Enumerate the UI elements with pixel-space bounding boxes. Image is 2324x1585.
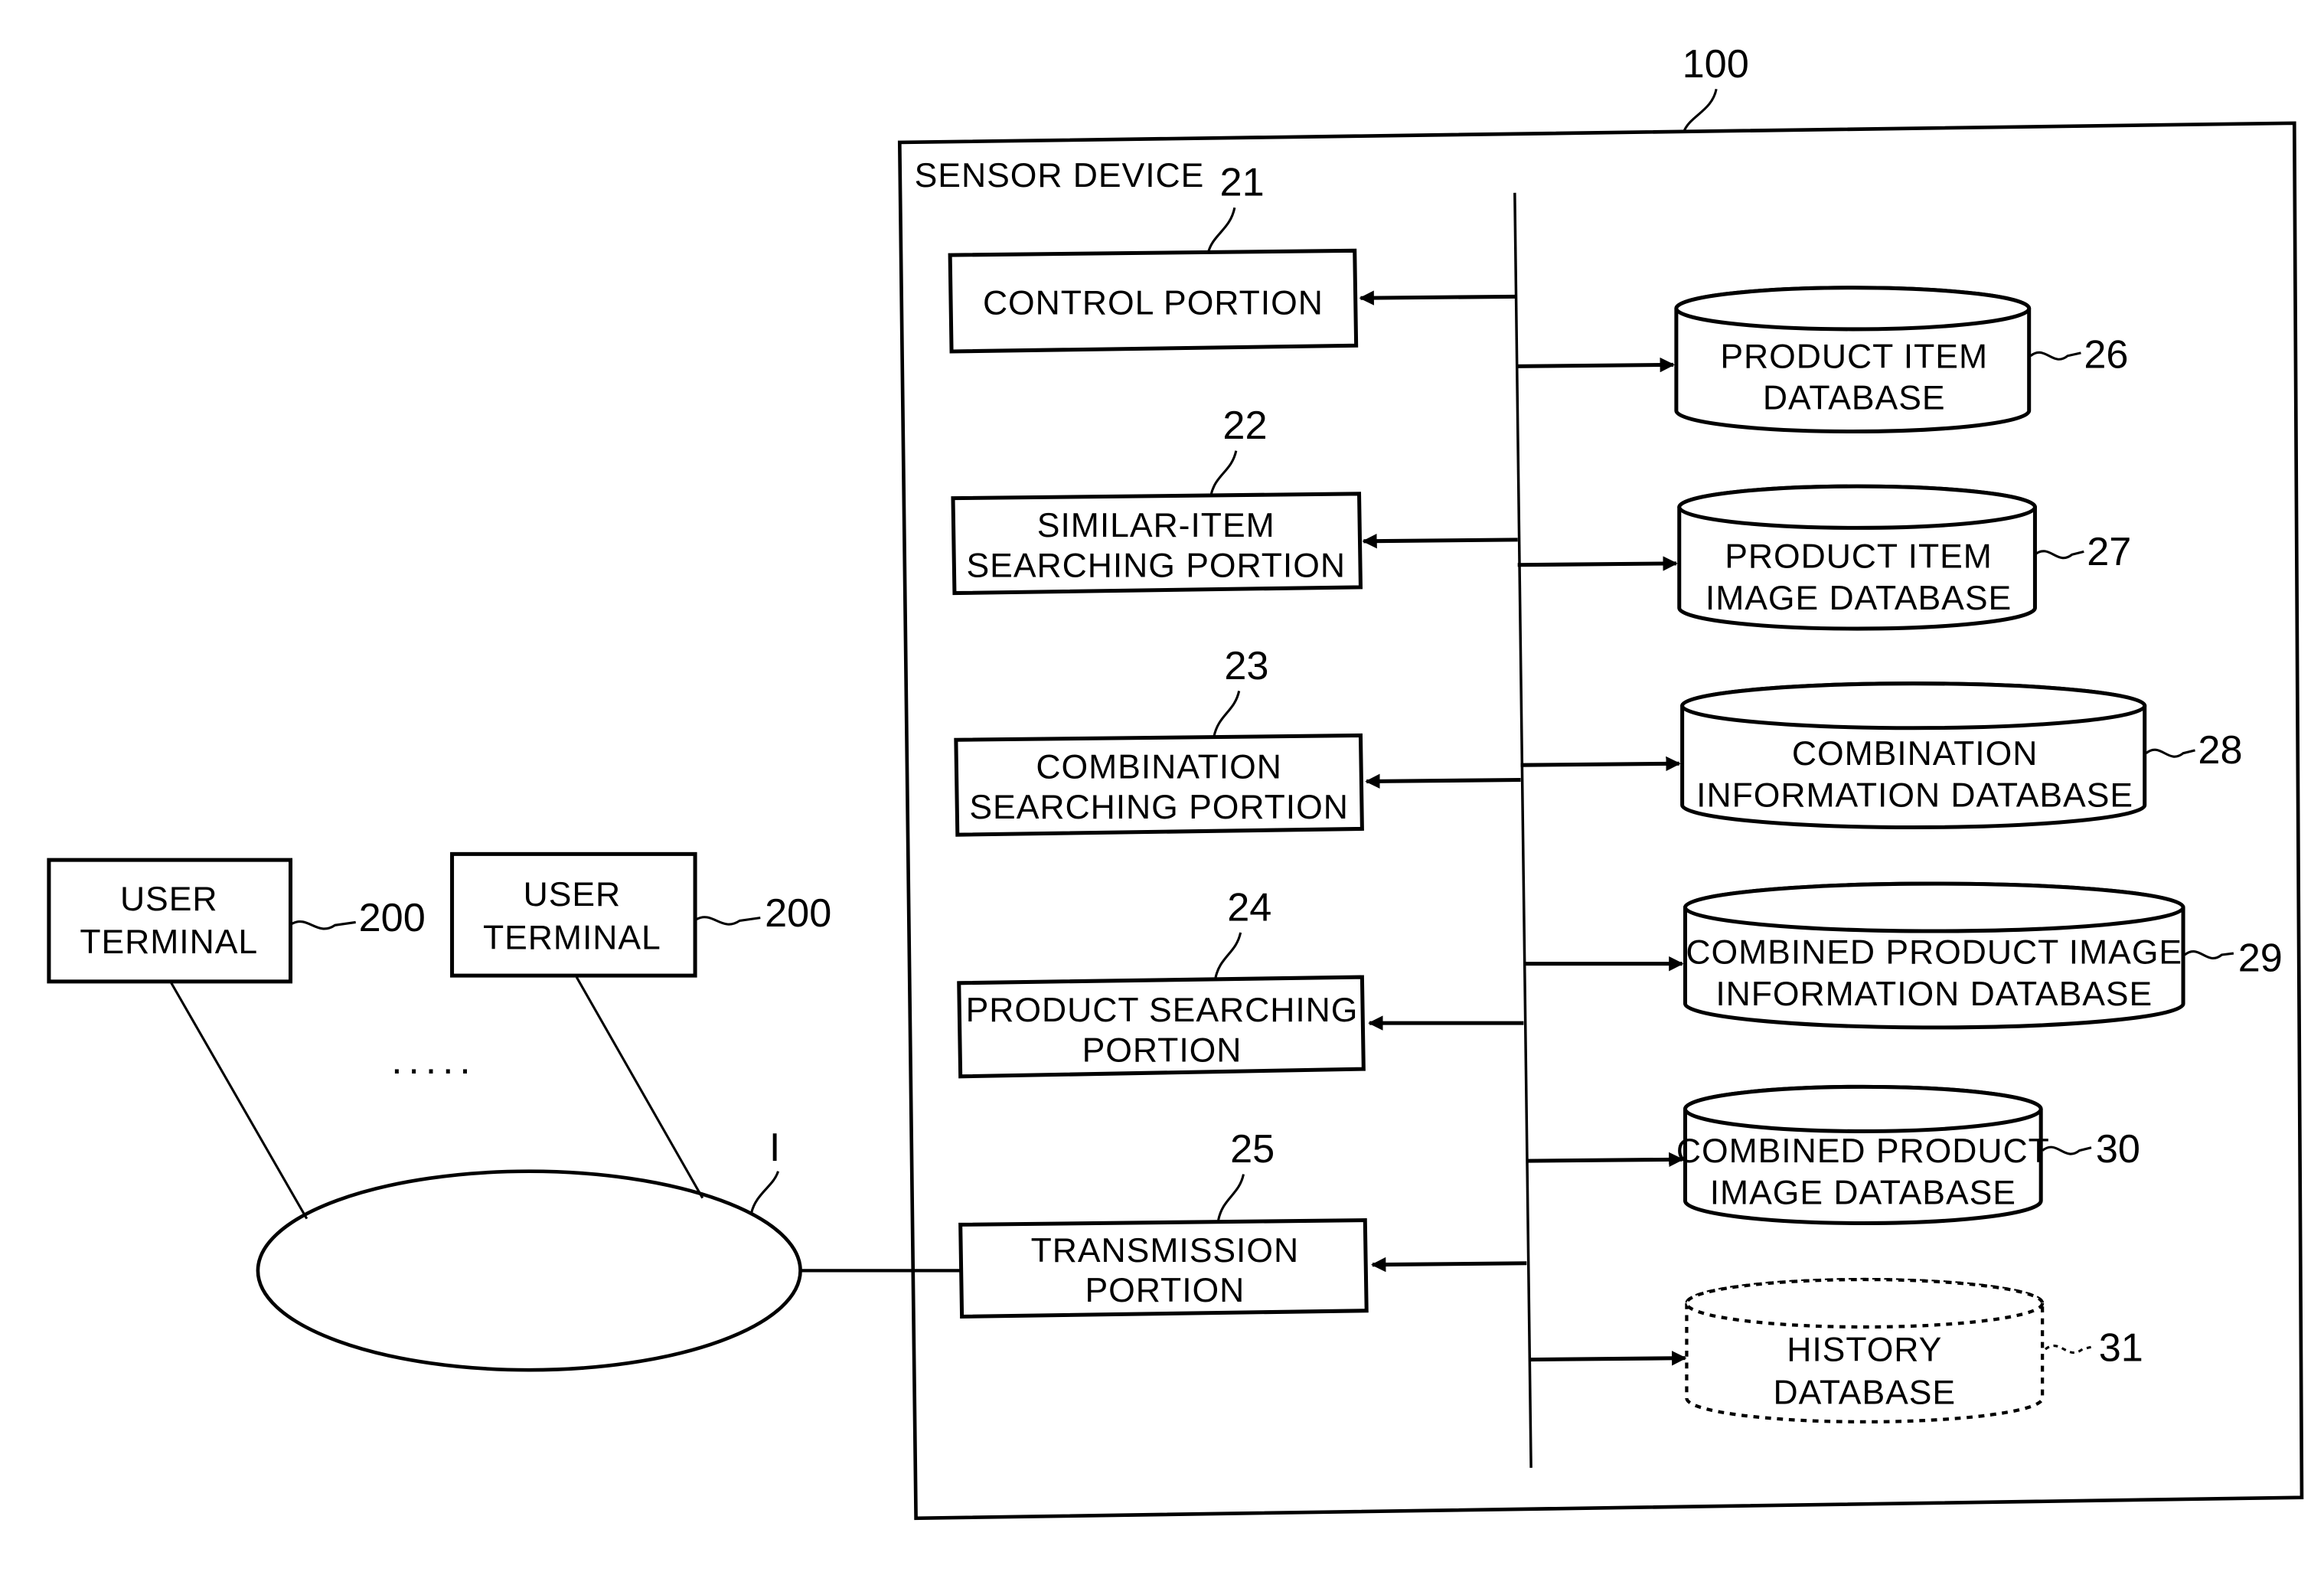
network-ref-leader <box>750 1171 780 1214</box>
ref-23-leader <box>1213 691 1241 737</box>
ref-26-leader <box>2029 351 2081 361</box>
svg-text:PORTION: PORTION <box>1082 1031 1242 1069</box>
arrow-bus-to-db-31 <box>1529 1351 1687 1366</box>
svg-text:SIMILAR-ITEM: SIMILAR-ITEM <box>1037 507 1275 544</box>
product-item-image-database: PRODUCT ITEM IMAGE DATABASE <box>1677 484 2037 631</box>
sensor-device-title: SENSOR DEVICE <box>915 157 1205 194</box>
combined-product-image-database: COMBINED PRODUCT IMAGE DATABASE <box>1676 1084 2050 1225</box>
ref-26: 26 <box>2084 332 2128 377</box>
combination-searching-portion-block: COMBINATION SEARCHING PORTION <box>954 733 1364 837</box>
terminal-2-to-network-line <box>575 976 704 1199</box>
svg-text:PORTION: PORTION <box>1085 1272 1245 1309</box>
ref-200-leader-1 <box>291 920 356 930</box>
svg-text:SEARCHING PORTION: SEARCHING PORTION <box>967 547 1346 584</box>
combined-product-image-information-database: COMBINED PRODUCT IMAGE INFORMATION DATAB… <box>1683 881 2185 1030</box>
terminal-1-to-network-line <box>169 981 308 1220</box>
svg-text:INFORMATION DATABASE: INFORMATION DATABASE <box>1715 976 2153 1013</box>
user-terminal-block-2: USER TERMINAL <box>450 851 697 978</box>
ref-24-leader <box>1214 932 1242 979</box>
network-ref-label: I <box>769 1126 781 1170</box>
transmission-portion-block: TRANSMISSION PORTION <box>958 1218 1369 1319</box>
svg-text:USER: USER <box>120 881 218 918</box>
ref-200-1: 200 <box>359 896 426 940</box>
svg-text:PRODUCT ITEM: PRODUCT ITEM <box>1720 338 1988 375</box>
ref-27-leader <box>2034 550 2084 560</box>
ref-31-leader <box>2045 1345 2095 1355</box>
svg-text:HISTORY: HISTORY <box>1787 1332 1942 1369</box>
ref-27: 27 <box>2087 530 2131 574</box>
ref-200-leader-2 <box>696 916 761 926</box>
svg-text:INFORMATION DATABASE: INFORMATION DATABASE <box>1696 776 2133 814</box>
product-item-database: PRODUCT ITEM DATABASE <box>1674 286 2032 434</box>
ref-21: 21 <box>1220 161 1265 205</box>
ref-30: 30 <box>2096 1127 2140 1172</box>
more-terminals-ellipsis: ..... <box>391 1038 476 1083</box>
arrow-bus-to-db-26 <box>1516 357 1675 373</box>
arrow-bus-to-transmission <box>1371 1257 1527 1273</box>
network-ellipse <box>256 1169 802 1372</box>
arrow-bus-to-control <box>1359 290 1516 306</box>
ref-24: 24 <box>1227 885 1271 930</box>
control-portion-block: CONTROL PORTION <box>948 248 1359 354</box>
ref-28: 28 <box>2198 728 2242 773</box>
arrow-bus-to-combination-searching <box>1365 773 1521 789</box>
arrow-bus-to-db-28 <box>1520 756 1681 772</box>
ref-21-leader <box>1206 207 1236 254</box>
ref-31: 31 <box>2099 1326 2143 1371</box>
svg-text:USER: USER <box>524 876 622 913</box>
system-ref-label: 100 <box>1683 42 1749 87</box>
ref-22: 22 <box>1222 404 1267 448</box>
ref-29-leader <box>2184 950 2234 960</box>
arrow-bus-to-similar-item <box>1362 533 1518 549</box>
ref-29: 29 <box>2238 936 2283 980</box>
svg-text:IMAGE DATABASE: IMAGE DATABASE <box>1710 1174 2016 1211</box>
svg-text:TERMINAL: TERMINAL <box>483 919 661 956</box>
svg-text:COMBINED PRODUCT: COMBINED PRODUCT <box>1676 1132 2050 1170</box>
system-block-diagram: 100 SENSOR DEVICE CONTROL PORTION 21 SIM… <box>47 42 2304 1521</box>
system-ref-leader <box>1683 88 1718 133</box>
combination-information-database: COMBINATION INFORMATION DATABASE <box>1680 681 2147 830</box>
ref-25: 25 <box>1230 1127 1275 1172</box>
svg-text:COMBINED PRODUCT IMAGE: COMBINED PRODUCT IMAGE <box>1686 934 2182 972</box>
arrow-bus-to-db-30 <box>1526 1152 1684 1168</box>
svg-text:IMAGE DATABASE: IMAGE DATABASE <box>1705 580 2012 617</box>
similar-item-searching-portion-block: SIMILAR-ITEM SEARCHING PORTION <box>951 492 1363 596</box>
ref-23: 23 <box>1224 644 1268 688</box>
svg-text:COMBINATION: COMBINATION <box>1036 749 1281 786</box>
svg-text:CONTROL PORTION: CONTROL PORTION <box>983 285 1324 322</box>
svg-text:PRODUCT SEARCHING: PRODUCT SEARCHING <box>966 992 1359 1029</box>
svg-text:TERMINAL: TERMINAL <box>80 923 258 961</box>
internal-bus-line <box>1513 192 1532 1468</box>
svg-text:DATABASE: DATABASE <box>1773 1374 1956 1412</box>
svg-text:PRODUCT ITEM: PRODUCT ITEM <box>1725 538 1993 576</box>
user-terminal-block-1: USER TERMINAL <box>47 858 293 984</box>
svg-text:COMBINATION: COMBINATION <box>1792 735 2038 773</box>
ref-28-leader <box>2145 748 2195 758</box>
svg-text:SEARCHING PORTION: SEARCHING PORTION <box>969 789 1348 826</box>
history-database: HISTORY DATABASE <box>1685 1277 2045 1424</box>
svg-text:TRANSMISSION: TRANSMISSION <box>1031 1232 1299 1270</box>
product-searching-portion-block: PRODUCT SEARCHING PORTION <box>957 975 1366 1079</box>
svg-text:DATABASE: DATABASE <box>1763 379 1946 417</box>
ref-200-2: 200 <box>765 891 831 936</box>
arrow-bus-to-db-27 <box>1517 556 1678 571</box>
ref-22-leader <box>1209 450 1238 496</box>
ref-25-leader <box>1217 1174 1245 1221</box>
